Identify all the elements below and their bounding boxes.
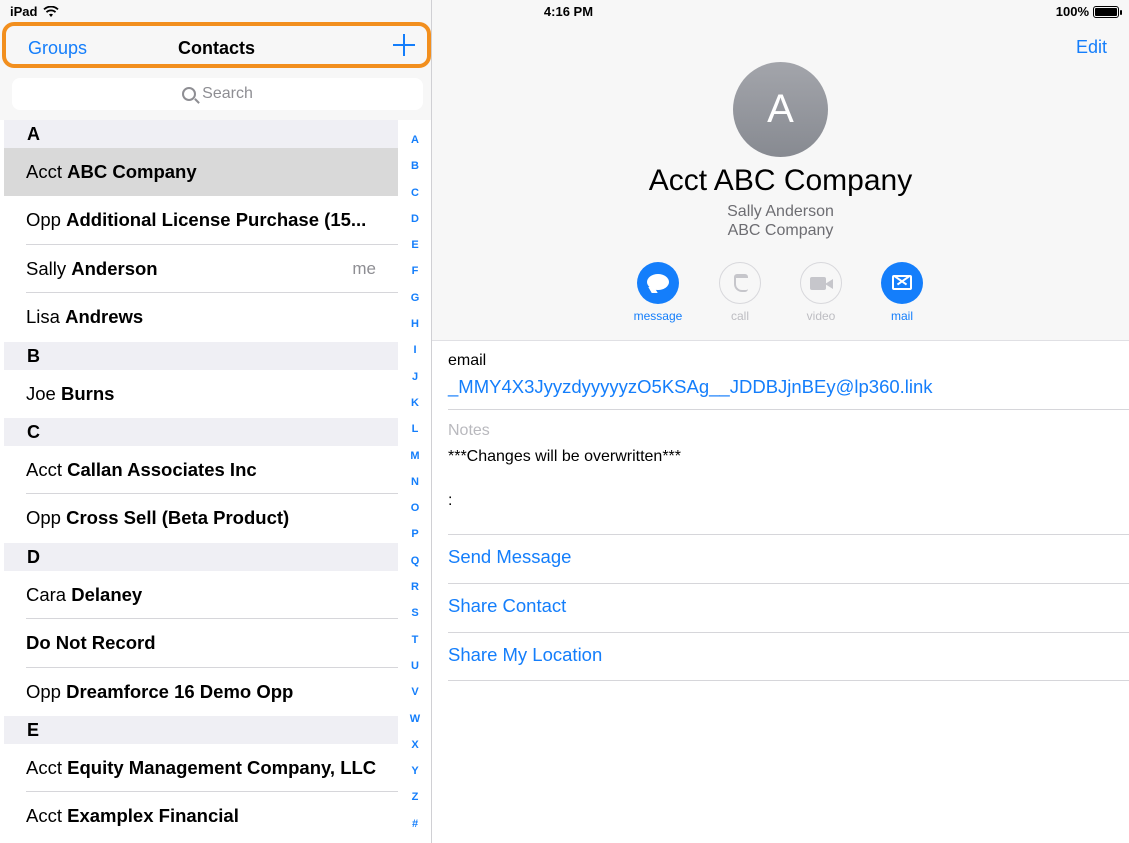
list-item[interactable]: Sally Anderson me [4, 245, 398, 294]
email-link[interactable]: _MMY4X3JyyzdyyyyyzO5KSAg__JDDBJjnBEy@lp3… [448, 376, 933, 398]
index-letter[interactable]: B [398, 156, 431, 182]
index-letter[interactable]: M [398, 446, 431, 472]
search-icon [182, 87, 197, 101]
phone-icon [719, 262, 761, 304]
index-letter[interactable]: W [398, 709, 431, 735]
index-letter[interactable]: D [398, 209, 431, 235]
list-item[interactable]: Opp Additional License Purchase (15... [4, 196, 398, 245]
list-item[interactable]: Opp Dreamforce 16 Demo Opp [4, 668, 398, 716]
index-letter[interactable]: K [398, 393, 431, 419]
divider [448, 583, 1129, 584]
list-item[interactable]: Acct Callan Associates Inc [4, 446, 398, 495]
share-contact-button[interactable]: Share Contact [448, 595, 566, 617]
section-header-a: A [4, 120, 398, 148]
add-contact-button[interactable] [391, 32, 417, 58]
index-letter[interactable]: Q [398, 551, 431, 577]
search-placeholder: Search [202, 85, 253, 102]
index-letter[interactable]: Y [398, 761, 431, 787]
video-button[interactable]: video [791, 262, 851, 323]
list-item[interactable]: Joe Burns [4, 370, 398, 418]
contact-name: Acct ABC Company [648, 164, 913, 197]
status-right: 100% [1055, 4, 1122, 19]
index-letter[interactable]: E [398, 235, 431, 261]
email-label: email [448, 352, 487, 369]
divider [448, 409, 1129, 410]
index-letter[interactable]: I [398, 340, 431, 366]
index-letter[interactable]: T [398, 630, 431, 656]
divider [448, 680, 1129, 681]
index-letter[interactable]: X [398, 735, 431, 761]
page-title: Contacts [177, 38, 255, 58]
index-letter[interactable]: V [398, 682, 431, 708]
index-letter[interactable]: S [398, 603, 431, 629]
index-letter[interactable]: Z [398, 787, 431, 813]
send-message-button[interactable]: Send Message [448, 546, 571, 568]
status-bar: iPad 4:16 PM 100% [0, 0, 1129, 22]
index-letter[interactable]: J [398, 367, 431, 393]
list-item[interactable]: Cara Delaney [4, 571, 398, 620]
divider [448, 534, 1129, 535]
mail-button[interactable]: mail [872, 262, 932, 323]
contact-detail-pane: Edit A Acct ABC Company Sally Anderson A… [432, 0, 1129, 843]
section-header-b: B [4, 341, 398, 370]
battery-icon [1093, 5, 1122, 18]
list-item[interactable]: Acct Examplex Financial [4, 792, 398, 840]
index-letter[interactable]: L [398, 419, 431, 445]
battery-percent: 100% [1055, 4, 1089, 19]
notes-label: Notes [448, 422, 490, 439]
search-input[interactable]: Search [12, 78, 423, 110]
avatar: A [733, 62, 828, 157]
divider [448, 632, 1129, 633]
index-letter[interactable]: A [398, 130, 431, 156]
index-letter[interactable]: F [398, 261, 431, 287]
index-letter[interactable]: G [398, 288, 431, 314]
contacts-list-pane: Groups Contacts Search A Acct ABC Compan… [0, 0, 432, 843]
list-item[interactable]: Acct ABC Company [4, 148, 398, 197]
index-letter[interactable]: P [398, 524, 431, 550]
contacts-list: A Acct ABC Company Opp Additional Licens… [4, 120, 398, 841]
list-item[interactable]: Acct Equity Management Company, LLC [4, 744, 398, 793]
mail-icon [881, 262, 923, 304]
index-letter[interactable]: H [398, 314, 431, 340]
share-location-button[interactable]: Share My Location [448, 644, 602, 666]
list-item[interactable]: Opp Cross Sell (Beta Product) [4, 494, 398, 542]
status-time: 4:16 PM [543, 4, 594, 19]
index-letter[interactable]: U [398, 656, 431, 682]
section-header-d: D [4, 542, 398, 571]
index-letter[interactable]: R [398, 577, 431, 603]
contact-subtitle-company: ABC Company [727, 222, 834, 239]
section-header-e: E [4, 715, 398, 744]
index-letter[interactable]: N [398, 472, 431, 498]
list-item[interactable]: Do Not Record [4, 619, 398, 668]
edit-button[interactable]: Edit [1076, 37, 1107, 58]
call-button[interactable]: call [710, 262, 770, 323]
me-tag: me [352, 258, 376, 278]
index-letter[interactable]: C [398, 183, 431, 209]
nav-bar-highlight: Groups Contacts [2, 22, 431, 68]
list-item[interactable]: Lisa Andrews [4, 293, 398, 341]
index-letter[interactable]: # [398, 814, 431, 840]
index-letter[interactable]: O [398, 498, 431, 524]
notes-text: ***Changes will be overwritten*** [448, 448, 682, 465]
message-icon [637, 262, 679, 304]
message-button[interactable]: message [628, 262, 688, 323]
section-index[interactable]: A B C D E F G H I J K L M N O P Q R S T U V W X Y Z # [398, 130, 431, 840]
notes-extra: : [448, 492, 453, 509]
contact-subtitle-person: Sally Anderson [727, 203, 834, 220]
video-icon [800, 262, 842, 304]
contact-card-header: Edit A Acct ABC Company Sally Anderson A… [432, 0, 1129, 341]
section-header-c: C [4, 417, 398, 446]
